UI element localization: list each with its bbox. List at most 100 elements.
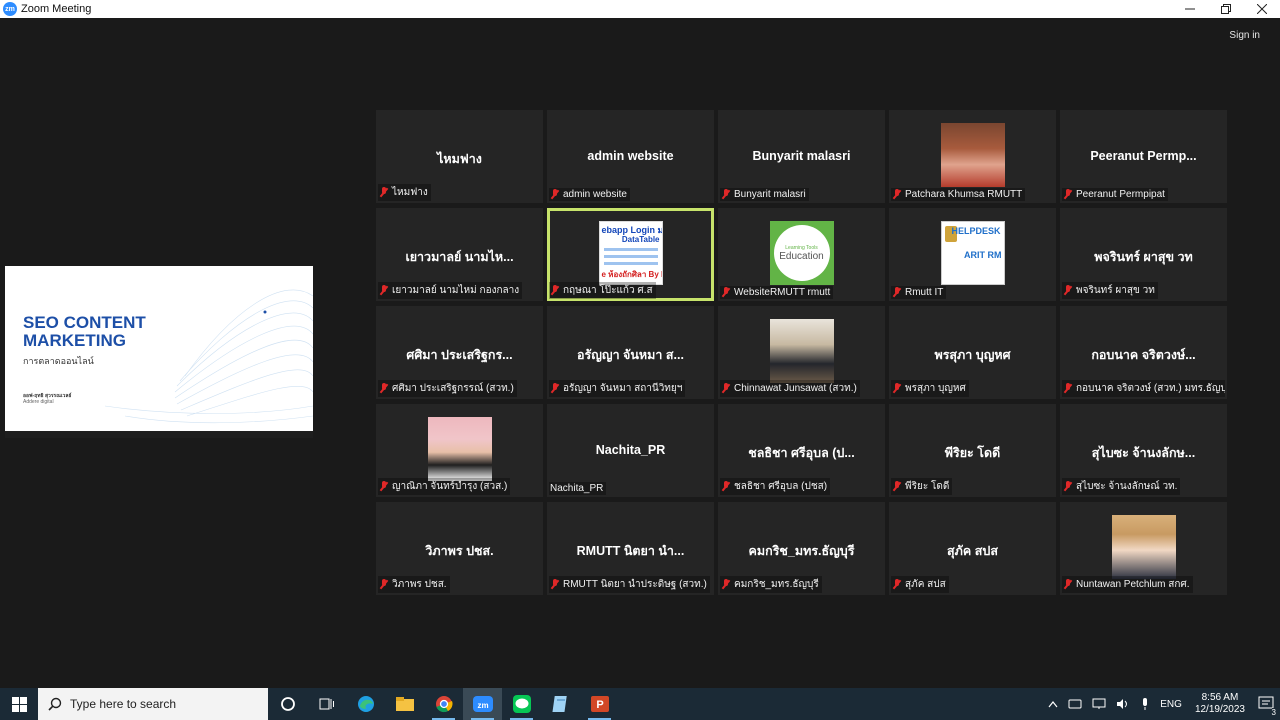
participant-tile[interactable]: ebapp Login ม DataTable e ห้องถักศิลา By E… xyxy=(547,208,714,301)
participant-tile[interactable]: ไหมฟาง ไหมฟาง xyxy=(376,110,543,203)
participant-name: คมกริช_มทร.ธัญบุรี xyxy=(734,579,819,590)
line-icon xyxy=(512,695,531,713)
participant-display-name: RMUTT นิตยา นำ... xyxy=(576,544,685,558)
participant-tile[interactable]: admin website admin website xyxy=(547,110,714,203)
participant-tile[interactable]: RMUTT นิตยา นำ... RMUTT นิตยา นำประดิษฐ (… xyxy=(547,502,714,595)
signin-button[interactable]: Sign in xyxy=(1225,28,1264,43)
helpdesk-logo: HELPDESK ARIT RM xyxy=(940,221,1005,285)
chevron-up-icon[interactable] xyxy=(1048,700,1058,708)
participant-name-label: เยาวมาลย์ นามไหม่ กองกลาง xyxy=(378,282,523,299)
participant-name-label: admin website xyxy=(549,188,630,201)
participant-avatar-photo xyxy=(1111,515,1176,579)
file-explorer-button[interactable] xyxy=(385,688,424,720)
notification-button[interactable]: 3 xyxy=(1258,695,1276,717)
restore-button[interactable] xyxy=(1208,0,1244,18)
participant-tile[interactable]: Chinnawat Junsawat (สวท.) xyxy=(718,306,885,399)
participant-tile[interactable]: Peeranut Permp... Peeranut Permpipat xyxy=(1060,110,1227,203)
minimize-button[interactable] xyxy=(1172,0,1208,18)
participant-display-name: ไหมฟาง xyxy=(437,152,482,166)
participant-name-label: พรสุภา บุญหศ xyxy=(891,380,969,397)
participant-name-label: Rmutt IT xyxy=(891,286,947,299)
participant-name: Patchara Khumsa RMUTT xyxy=(905,189,1023,200)
participant-tile[interactable]: พจรินทร์ ผาสุข วท พจรินทร์ ผาสุข วท xyxy=(1060,208,1227,301)
mic-muted-icon xyxy=(892,287,902,298)
microphone-icon[interactable] xyxy=(1140,697,1150,711)
participant-name: เยาวมาลย์ นามไหม่ กองกลาง xyxy=(392,285,520,296)
participant-avatar-photo xyxy=(427,417,492,481)
meet-now-icon[interactable] xyxy=(1068,698,1082,710)
cortana-button[interactable] xyxy=(268,688,307,720)
participant-tile[interactable]: สุไบซะ จ้านงลักษ... สุไบซะ จ้านงลักษณ์ วท… xyxy=(1060,404,1227,497)
taskbar-search-box[interactable]: Type here to search xyxy=(38,688,268,720)
participant-tile[interactable]: ชลธิชา ศรีอุบล (ป... ชลธิชา ศรีอุบล (ปชส) xyxy=(718,404,885,497)
webapp-row xyxy=(603,255,658,258)
participant-gallery: ไหมฟาง ไหมฟาง admin website admin website Bu… xyxy=(376,110,1227,595)
mic-muted-icon xyxy=(721,287,731,298)
arit-text: ARIT RM xyxy=(964,250,1002,260)
close-button[interactable] xyxy=(1244,0,1280,18)
mic-muted-icon xyxy=(550,383,560,394)
participant-display-name: พจรินทร์ ผาสุข วท xyxy=(1094,250,1193,264)
input-language[interactable]: ENG xyxy=(1160,699,1182,710)
slide-subtitle: การตลาดออนไลน์ xyxy=(23,356,94,366)
participant-name-label: พจรินทร์ ผาสุข วท xyxy=(1062,282,1158,299)
chrome-icon xyxy=(435,696,453,713)
participant-display-name: คมกริช_มทร.ธัญบุรี xyxy=(748,544,855,558)
window-title: Zoom Meeting xyxy=(21,3,92,15)
participant-tile[interactable]: Patchara Khumsa RMUTT xyxy=(889,110,1056,203)
mic-muted-icon xyxy=(892,383,902,394)
participant-display-name: อรัญญา จันหมา ส... xyxy=(577,348,684,362)
education-badge: Learning Tools Education xyxy=(773,225,830,281)
participant-tile[interactable]: อรัญญา จันหมา ส... อรัญญา จันหมา สถานีวิท… xyxy=(547,306,714,399)
participant-name-label: Nachita_PR xyxy=(549,482,607,495)
participant-name-label: กอบนาค จริตวงษ์ (สวท.) มทร.ธัญบุรี xyxy=(1062,380,1225,397)
participant-name-label: Bunyarit malasri xyxy=(720,188,809,201)
participant-name: Nuntawan Petchlum สกศ. xyxy=(1076,579,1190,590)
participant-tile[interactable]: กอบนาค จริตวงษ์... กอบนาค จริตวงษ์ (สวท.)… xyxy=(1060,306,1227,399)
participant-tile[interactable]: ศศิมา ประเสริฐกร... ศศิมา ประเสริฐกรรณ์ (… xyxy=(376,306,543,399)
task-view-button[interactable] xyxy=(307,688,346,720)
taskbar-clock[interactable]: 8:56 AM 12/19/2023 xyxy=(1195,692,1245,716)
shared-screen[interactable]: SEO CONTENT MARKETING การตลาดออนไลน์ ออฟ… xyxy=(5,266,313,438)
edge-icon xyxy=(357,696,374,712)
chrome-button[interactable] xyxy=(424,688,463,720)
mic-muted-icon xyxy=(550,285,560,296)
zoom-button[interactable]: zm xyxy=(463,688,502,720)
participant-tile[interactable]: Bunyarit malasri Bunyarit malasri xyxy=(718,110,885,203)
shared-webapp-thumbnail: ebapp Login ม DataTable e ห้องถักศิลา By E xyxy=(598,221,663,285)
participant-tile[interactable]: Learning Tools Education WebsiteRMUTT rmut… xyxy=(718,208,885,301)
mic-muted-icon xyxy=(1063,285,1073,296)
mic-muted-icon xyxy=(721,189,731,200)
participant-tile[interactable]: สุภัค สปส สุภัค สปส xyxy=(889,502,1056,595)
participant-tile[interactable]: พีริยะ โดดี พีริยะ โดดี xyxy=(889,404,1056,497)
participant-tile[interactable]: Nachita_PR Nachita_PR xyxy=(547,404,714,497)
webapp-row xyxy=(603,262,658,265)
mic-muted-icon xyxy=(379,187,389,198)
participant-display-name: Bunyarit malasri xyxy=(752,149,851,163)
participant-name-label: Peeranut Permpipat xyxy=(1062,188,1168,201)
participant-tile[interactable]: วิภาพร ปชส. วิภาพร ปชส. xyxy=(376,502,543,595)
mic-muted-icon xyxy=(379,383,389,394)
participant-name: สุไบซะ จ้านงลักษณ์ วท. xyxy=(1076,481,1178,492)
participant-name: Peeranut Permpipat xyxy=(1076,189,1165,200)
participant-tile[interactable]: เยาวมาลย์ นามไห... เยาวมาลย์ นามไหม่ กองก… xyxy=(376,208,543,301)
participant-tile[interactable]: ญาณิภา จันทร์บำรุง (สวส.) xyxy=(376,404,543,497)
start-button[interactable] xyxy=(0,688,38,720)
notification-count: 3 xyxy=(1271,707,1276,717)
participant-tile[interactable]: พรสุภา บุญหศ พรสุภา บุญหศ xyxy=(889,306,1056,399)
participant-tile[interactable]: HELPDESK ARIT RM Rmutt IT xyxy=(889,208,1056,301)
edge-button[interactable] xyxy=(346,688,385,720)
mic-muted-icon xyxy=(550,579,560,590)
participant-tile[interactable]: คมกริช_มทร.ธัญบุรี คมกริช_มทร.ธัญบุรี xyxy=(718,502,885,595)
powerpoint-button[interactable]: P xyxy=(580,688,619,720)
minimize-icon xyxy=(1185,8,1195,10)
participant-name-label: สุภัค สปส xyxy=(891,576,949,593)
notepad-button[interactable] xyxy=(541,688,580,720)
participant-tile[interactable]: Nuntawan Petchlum สกศ. xyxy=(1060,502,1227,595)
participant-name-label: สุไบซะ จ้านงลักษณ์ วท. xyxy=(1062,478,1181,495)
volume-icon[interactable] xyxy=(1116,698,1130,710)
participant-avatar-photo xyxy=(769,319,834,383)
line-button[interactable] xyxy=(502,688,541,720)
participant-display-name: ชลธิชา ศรีอุบล (ป... xyxy=(748,446,855,460)
network-icon[interactable] xyxy=(1092,698,1106,710)
